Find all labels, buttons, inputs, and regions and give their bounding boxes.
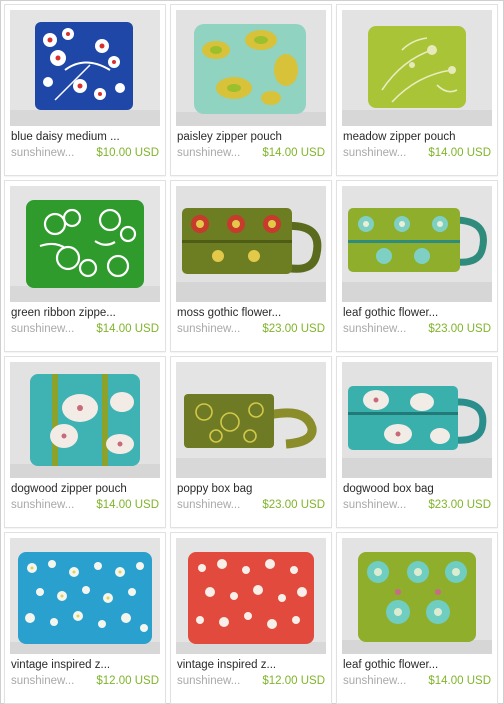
shop-name[interactable]: sunshinew... (343, 323, 406, 335)
product-image-moss-gothic-box-bag[interactable] (176, 186, 326, 302)
listing-price: $12.00 USD (96, 675, 159, 687)
product-image-dogwood-pouch[interactable] (10, 362, 160, 478)
listing-card[interactable]: moss gothic flower... sunshinew... $23.0… (170, 180, 332, 352)
listing-price: $14.00 USD (262, 147, 325, 159)
listing-card[interactable]: blue daisy medium ... sunshinew... $10.0… (4, 4, 166, 176)
product-image-meadow-pouch[interactable] (342, 10, 492, 126)
listing-price: $12.00 USD (262, 675, 325, 687)
shop-name[interactable]: sunshinew... (11, 147, 74, 159)
product-image-dogwood-box-bag[interactable] (342, 362, 492, 478)
listing-card[interactable]: dogwood zipper pouch sunshinew... $14.00… (4, 356, 166, 528)
listing-card[interactable]: paisley zipper pouch sunshinew... $14.00… (170, 4, 332, 176)
listing-price: $14.00 USD (428, 147, 491, 159)
product-image-leaf-gothic-box-bag[interactable] (342, 186, 492, 302)
listing-title[interactable]: green ribbon zippe... (11, 307, 161, 319)
listing-card[interactable]: vintage inspired z... sunshinew... $12.0… (4, 532, 166, 704)
listing-title[interactable]: dogwood box bag (343, 483, 493, 495)
product-image-poppy-box-bag[interactable] (176, 362, 326, 478)
shop-name[interactable]: sunshinew... (343, 147, 406, 159)
listing-title[interactable]: meadow zipper pouch (343, 131, 493, 143)
listing-price: $23.00 USD (262, 323, 325, 335)
product-image-leaf-gothic-pouch[interactable] (342, 538, 492, 654)
listing-price: $23.00 USD (262, 499, 325, 511)
listing-card[interactable]: dogwood box bag sunshinew... $23.00 USD (336, 356, 498, 528)
listing-title[interactable]: leaf gothic flower... (343, 659, 493, 671)
shop-name[interactable]: sunshinew... (11, 499, 74, 511)
listing-card[interactable]: vintage inspired z... sunshinew... $12.0… (170, 532, 332, 704)
shop-name[interactable]: sunshinew... (177, 675, 240, 687)
listing-title[interactable]: blue daisy medium ... (11, 131, 161, 143)
listing-card[interactable]: meadow zipper pouch sunshinew... $14.00 … (336, 4, 498, 176)
shop-name[interactable]: sunshinew... (343, 499, 406, 511)
product-image-vintage-red-pouch[interactable] (176, 538, 326, 654)
listing-price: $23.00 USD (428, 499, 491, 511)
listing-grid: blue daisy medium ... sunshinew... $10.0… (4, 4, 498, 704)
listing-gallery: blue daisy medium ... sunshinew... $10.0… (0, 0, 504, 704)
shop-name[interactable]: sunshinew... (177, 147, 240, 159)
shop-name[interactable]: sunshinew... (177, 323, 240, 335)
product-image-vintage-blue-pouch[interactable] (10, 538, 160, 654)
listing-title[interactable]: poppy box bag (177, 483, 327, 495)
listing-price: $14.00 USD (96, 323, 159, 335)
listing-title[interactable]: leaf gothic flower... (343, 307, 493, 319)
product-image-green-ribbon-pouch[interactable] (10, 186, 160, 302)
shop-name[interactable]: sunshinew... (11, 675, 74, 687)
listing-card[interactable]: leaf gothic flower... sunshinew... $23.0… (336, 180, 498, 352)
listing-card[interactable]: leaf gothic flower... sunshinew... $14.0… (336, 532, 498, 704)
listing-title[interactable]: moss gothic flower... (177, 307, 327, 319)
shop-name[interactable]: sunshinew... (343, 675, 406, 687)
shop-name[interactable]: sunshinew... (177, 499, 240, 511)
listing-title[interactable]: dogwood zipper pouch (11, 483, 161, 495)
listing-card[interactable]: poppy box bag sunshinew... $23.00 USD (170, 356, 332, 528)
listing-title[interactable]: paisley zipper pouch (177, 131, 327, 143)
listing-price: $10.00 USD (96, 147, 159, 159)
product-image-blue-daisy-pouch[interactable] (10, 10, 160, 126)
listing-title[interactable]: vintage inspired z... (177, 659, 327, 671)
listing-price: $14.00 USD (428, 675, 491, 687)
listing-title[interactable]: vintage inspired z... (11, 659, 161, 671)
shop-name[interactable]: sunshinew... (11, 323, 74, 335)
listing-price: $23.00 USD (428, 323, 491, 335)
product-image-paisley-pouch[interactable] (176, 10, 326, 126)
listing-card[interactable]: green ribbon zippe... sunshinew... $14.0… (4, 180, 166, 352)
listing-price: $14.00 USD (96, 499, 159, 511)
